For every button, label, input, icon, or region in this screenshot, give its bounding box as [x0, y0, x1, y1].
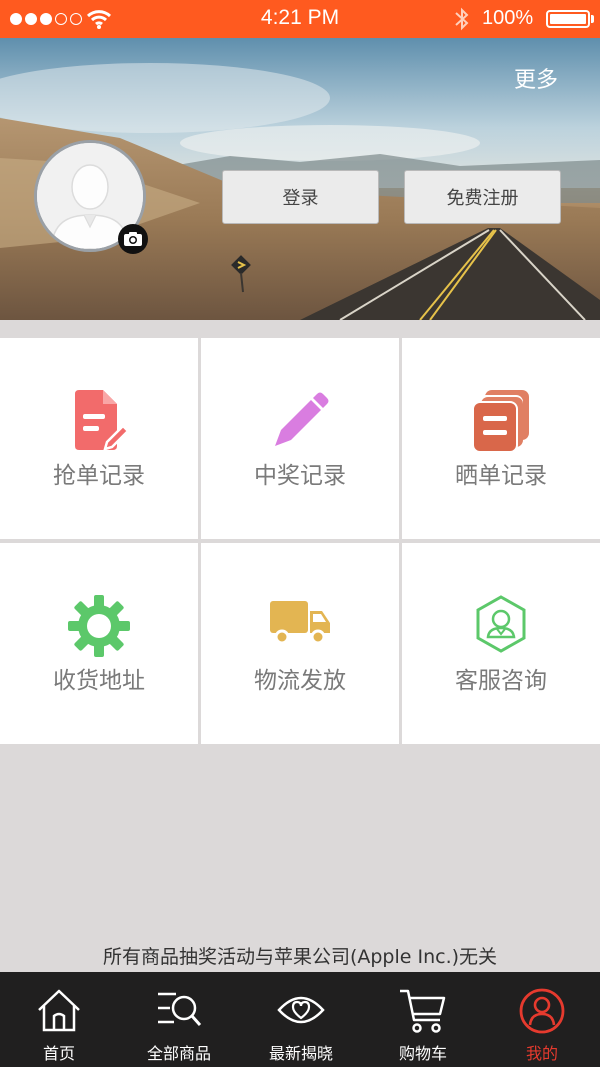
- login-button[interactable]: 登录: [222, 170, 379, 224]
- bottom-tab-bar: 首页 全部商品 最新揭晓 购物车 我的: [0, 972, 600, 1067]
- search-list-icon: [158, 992, 202, 1026]
- grid-item-label: 收货地址: [53, 668, 145, 694]
- tab-latest-reveal[interactable]: 最新揭晓: [240, 972, 362, 1067]
- battery-icon: [546, 10, 590, 28]
- pencil-icon: [275, 392, 329, 446]
- camera-icon[interactable]: [118, 224, 148, 254]
- disclaimer-text: 所有商品抽奖活动与苹果公司(Apple Inc.)无关: [102, 946, 498, 968]
- document-edit-icon: [75, 390, 129, 451]
- bluetooth-icon: [455, 7, 469, 31]
- menu-grid: 抢单记录 中奖记录 晒单记录 收货地址 物流发放 客服咨询: [0, 338, 600, 744]
- tab-label: 最新揭晓: [268, 1044, 333, 1063]
- more-link[interactable]: 更多: [514, 62, 558, 94]
- grid-item-order-records[interactable]: 抢单记录: [0, 338, 198, 539]
- cart-icon: [400, 989, 446, 1033]
- grid-item-label: 物流发放: [254, 668, 346, 694]
- gear-icon: [68, 595, 130, 657]
- profile-header: 更多 登录 免费注册: [0, 38, 600, 320]
- grid-item-prize-records[interactable]: 中奖记录: [201, 338, 399, 539]
- tab-cart[interactable]: 购物车: [362, 972, 484, 1067]
- status-bar: 4:21 PM 100%: [0, 0, 600, 38]
- stacked-cards-icon: [472, 390, 529, 452]
- grid-item-logistics[interactable]: 物流发放: [201, 543, 399, 744]
- tab-label: 我的: [525, 1044, 558, 1063]
- battery-percent: 100%: [482, 7, 534, 29]
- battery-tip: [591, 15, 594, 23]
- customer-service-icon: [476, 595, 526, 653]
- grid-item-label: 中奖记录: [254, 463, 346, 489]
- tab-label: 购物车: [398, 1044, 447, 1063]
- tab-home[interactable]: 首页: [0, 972, 118, 1067]
- tab-all-products[interactable]: 全部商品: [118, 972, 240, 1067]
- eye-icon: [277, 996, 325, 1024]
- register-button[interactable]: 免费注册: [404, 170, 561, 224]
- grid-item-share-records[interactable]: 晒单记录: [402, 338, 600, 539]
- tab-mine[interactable]: 我的: [484, 972, 600, 1067]
- home-icon: [38, 989, 80, 1032]
- grid-item-customer-service[interactable]: 客服咨询: [402, 543, 600, 744]
- grid-item-label: 抢单记录: [53, 463, 145, 489]
- user-icon: [519, 988, 565, 1034]
- truck-icon: [270, 601, 330, 645]
- tab-label: 首页: [42, 1044, 75, 1063]
- tab-label: 全部商品: [146, 1044, 211, 1063]
- grid-item-label: 晒单记录: [455, 463, 547, 489]
- grid-item-shipping-address[interactable]: 收货地址: [0, 543, 198, 744]
- grid-item-label: 客服咨询: [455, 668, 547, 694]
